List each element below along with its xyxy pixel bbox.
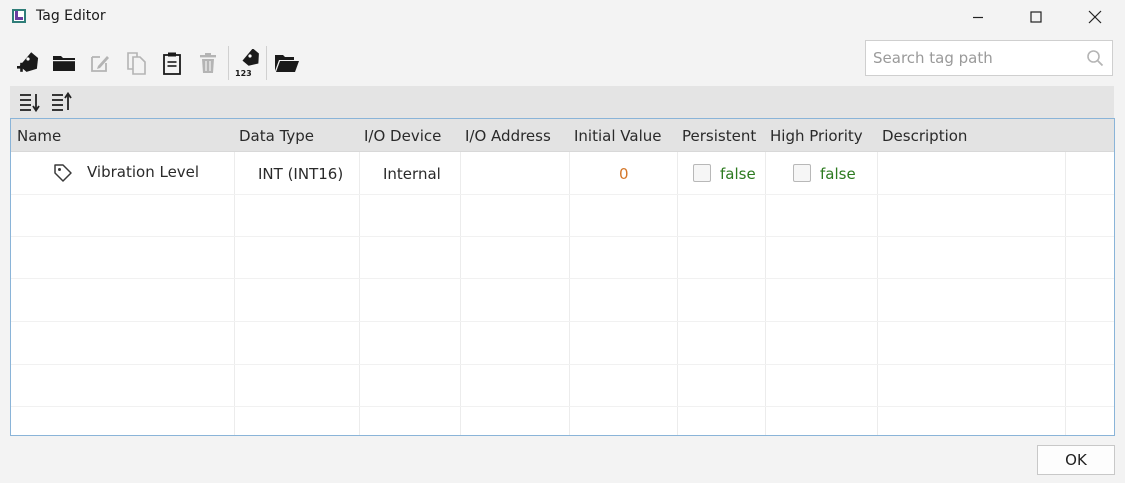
- main-toolbar: 123: [0, 40, 860, 84]
- row-divider: [11, 321, 1114, 322]
- tag-grid[interactable]: Name Data Type I/O Device I/O Address In…: [10, 118, 1115, 436]
- sort-ascending-button[interactable]: [48, 90, 74, 114]
- tag-editor-app-icon: [11, 8, 27, 24]
- row-divider: [11, 364, 1114, 365]
- numeric-tag-button[interactable]: 123: [234, 48, 264, 78]
- column-header-data-type[interactable]: Data Type: [239, 127, 314, 145]
- column-header-io-device[interactable]: I/O Device: [364, 127, 441, 145]
- sort-descending-icon: [20, 94, 40, 112]
- folder-icon: [53, 56, 75, 71]
- column-header-io-address[interactable]: I/O Address: [465, 127, 551, 145]
- ok-button[interactable]: OK: [1037, 445, 1115, 475]
- window-title: Tag Editor: [36, 8, 106, 24]
- copy-button[interactable]: [121, 48, 151, 78]
- search-input[interactable]: [866, 41, 1083, 75]
- column-header-initial-value[interactable]: Initial Value: [574, 127, 661, 145]
- cell-data-type[interactable]: INT (INT16): [258, 165, 343, 183]
- toolbar-separator: [266, 46, 267, 80]
- tag-plus-icon: [17, 52, 39, 72]
- column-header-high-priority[interactable]: High Priority: [770, 127, 863, 145]
- row-divider: [11, 278, 1114, 279]
- cell-high-priority: false: [820, 165, 856, 183]
- paste-button[interactable]: [157, 48, 187, 78]
- add-tag-button[interactable]: [13, 48, 43, 78]
- cell-io-device[interactable]: Internal: [383, 165, 441, 183]
- row-divider: [11, 406, 1114, 407]
- clipboard-icon: [163, 52, 181, 75]
- trash-icon: [200, 53, 216, 73]
- cell-initial-value[interactable]: 0: [619, 165, 629, 183]
- sort-toolbar: [10, 86, 1114, 118]
- persistent-checkbox[interactable]: [693, 164, 711, 182]
- grid-header: Name Data Type I/O Device I/O Address In…: [11, 119, 1114, 152]
- search-box: [865, 40, 1113, 76]
- add-folder-button[interactable]: [49, 48, 79, 78]
- search-icon[interactable]: [1086, 49, 1104, 67]
- sort-ascending-icon: [52, 92, 72, 111]
- column-header-description[interactable]: Description: [882, 127, 967, 145]
- cell-persistent: false: [720, 165, 756, 183]
- sort-descending-button[interactable]: [16, 90, 42, 114]
- row-divider: [11, 194, 1114, 195]
- toolbar-separator: [228, 46, 229, 80]
- maximize-button[interactable]: [1007, 0, 1065, 34]
- close-button[interactable]: [1066, 0, 1124, 34]
- cell-name[interactable]: Vibration Level: [87, 163, 199, 181]
- column-header-persistent[interactable]: Persistent: [682, 127, 756, 145]
- row-divider: [11, 236, 1114, 237]
- maximize-icon: [1030, 11, 1042, 23]
- edit-button[interactable]: [85, 48, 115, 78]
- title-bar: Tag Editor: [0, 0, 1125, 34]
- minimize-icon: [973, 16, 983, 19]
- folder-open-icon: [275, 55, 299, 72]
- minimize-button[interactable]: [949, 0, 1007, 34]
- high-priority-checkbox[interactable]: [793, 164, 811, 182]
- close-icon: [1088, 10, 1102, 24]
- edit-icon: [91, 56, 109, 72]
- column-header-name[interactable]: Name: [17, 127, 61, 145]
- tag-123-icon: 123: [235, 49, 259, 77]
- svg-text:123: 123: [235, 69, 252, 77]
- copy-icon: [127, 52, 146, 75]
- open-folder-button[interactable]: [272, 48, 302, 78]
- delete-button[interactable]: [193, 48, 223, 78]
- tag-icon: [54, 164, 72, 182]
